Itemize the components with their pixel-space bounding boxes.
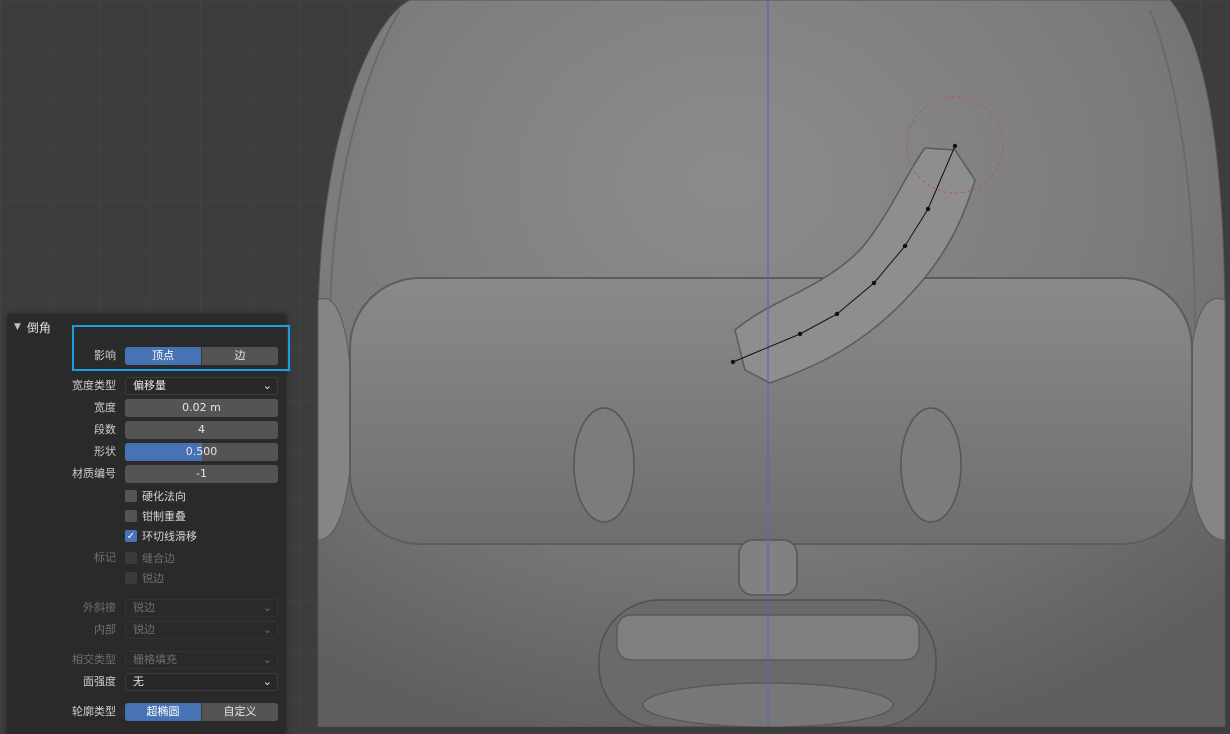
- shape-row: 形状 0.500: [7, 442, 286, 462]
- clamp-overlap-checkbox[interactable]: 钳制重叠: [125, 509, 186, 523]
- profile-type-label: 轮廓类型: [72, 705, 116, 718]
- harden-normals-label: 硬化法向: [142, 490, 186, 503]
- affect-highlight-box: [72, 325, 290, 371]
- panel-header[interactable]: ▼ 倒角: [14, 319, 51, 335]
- loop-slide-label: 环切线滑移: [142, 530, 197, 543]
- mark-label: 标记: [94, 551, 116, 564]
- width-type-value: 偏移量: [133, 379, 166, 392]
- harden-normals-row: 硬化法向: [7, 486, 286, 506]
- checkbox-box[interactable]: [125, 572, 137, 584]
- profile-type-row: 轮廓类型 超椭圆 自定义: [7, 702, 286, 722]
- miter-outer-row: 外斜接 锐边 ⌄: [7, 598, 286, 618]
- miter-inner-row: 内部 锐边 ⌄: [7, 620, 286, 640]
- panel-title: 倒角: [26, 320, 51, 335]
- segments-label: 段数: [94, 423, 116, 436]
- mark-sharp-label: 锐边: [142, 572, 164, 585]
- profile-superellipse-option[interactable]: 超椭圆: [125, 703, 202, 721]
- miter-inner-label: 内部: [94, 623, 116, 636]
- width-label: 宽度: [94, 401, 116, 414]
- width-type-dropdown[interactable]: 偏移量 ⌄: [125, 377, 278, 395]
- checkmark-icon[interactable]: ✓: [125, 530, 137, 542]
- face-strength-row: 面强度 无 ⌄: [7, 672, 286, 692]
- miter-outer-label: 外斜接: [83, 601, 116, 614]
- profile-custom-option[interactable]: 自定义: [202, 703, 278, 721]
- intersection-type-row: 相交类型 栅格填充 ⌄: [7, 650, 286, 670]
- chevron-down-icon: ⌄: [262, 653, 272, 666]
- clamp-overlap-row: 钳制重叠: [7, 506, 286, 526]
- checkbox-box[interactable]: [125, 552, 137, 564]
- loop-slide-row: ✓ 环切线滑移: [7, 526, 286, 546]
- shape-slider[interactable]: 0.500: [125, 443, 278, 461]
- chevron-down-icon: ⌄: [262, 601, 272, 614]
- mark-sharp-checkbox[interactable]: 锐边: [125, 571, 164, 585]
- material-field[interactable]: -1: [125, 465, 278, 483]
- chevron-down-icon: ⌄: [262, 623, 272, 636]
- material-row: 材质编号 -1: [7, 464, 286, 484]
- width-type-label: 宽度类型: [72, 379, 116, 392]
- miter-outer-dropdown[interactable]: 锐边 ⌄: [125, 599, 278, 617]
- miter-inner-dropdown[interactable]: 锐边 ⌄: [125, 621, 278, 639]
- face-strength-dropdown[interactable]: 无 ⌄: [125, 673, 278, 691]
- profile-type-toggle[interactable]: 超椭圆 自定义: [125, 703, 278, 721]
- clamp-overlap-label: 钳制重叠: [142, 510, 186, 523]
- width-field[interactable]: 0.02 m: [125, 399, 278, 417]
- harden-normals-checkbox[interactable]: 硬化法向: [125, 489, 186, 503]
- mark-seam-checkbox[interactable]: 缝合边: [125, 551, 175, 565]
- bevel-operator-panel[interactable]: ▼ 倒角 影响 顶点 边 宽度类型 偏移量 ⌄ 宽度 0.02 m 段数 4 形…: [7, 314, 286, 734]
- intersection-type-label: 相交类型: [72, 653, 116, 666]
- segments-field[interactable]: 4: [125, 421, 278, 439]
- chevron-down-icon: ⌄: [262, 675, 272, 688]
- segments-row: 段数 4: [7, 420, 286, 440]
- material-label: 材质编号: [72, 467, 116, 480]
- width-row: 宽度 0.02 m: [7, 398, 286, 418]
- width-type-row: 宽度类型 偏移量 ⌄: [7, 376, 286, 396]
- shape-label: 形状: [94, 445, 116, 458]
- mark-seam-label: 缝合边: [142, 552, 175, 565]
- mark-seam-row: 标记 缝合边: [7, 548, 286, 568]
- chevron-down-icon: ⌄: [262, 379, 272, 392]
- face-strength-label: 面强度: [83, 675, 116, 688]
- loop-slide-checkbox[interactable]: ✓ 环切线滑移: [125, 529, 197, 543]
- intersection-type-dropdown[interactable]: 栅格填充 ⌄: [125, 651, 278, 669]
- mark-sharp-row: 锐边: [7, 568, 286, 588]
- checkbox-box[interactable]: [125, 490, 137, 502]
- collapse-triangle-icon[interactable]: ▼: [14, 322, 21, 332]
- head-mesh[interactable]: [317, 0, 1226, 727]
- checkbox-box[interactable]: [125, 510, 137, 522]
